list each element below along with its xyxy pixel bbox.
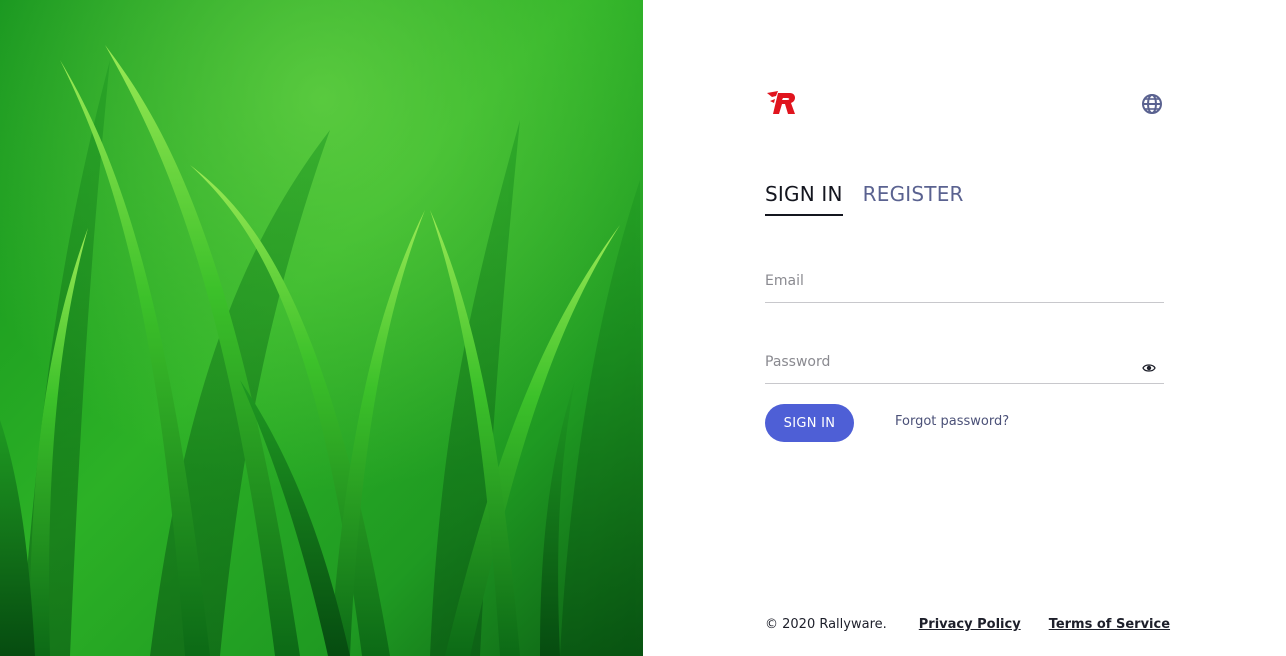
- globe-graphic: [1142, 94, 1162, 114]
- tab-register[interactable]: REGISTER: [863, 181, 964, 216]
- grass-illustration: [0, 0, 643, 656]
- login-panel: SIGN IN REGISTER SIGN IN Forgot password…: [643, 0, 1286, 656]
- email-input[interactable]: [765, 262, 1135, 300]
- privacy-policy-link[interactable]: Privacy Policy: [919, 616, 1021, 634]
- login-page: SIGN IN REGISTER SIGN IN Forgot password…: [0, 0, 1286, 656]
- password-field-container: [765, 343, 1164, 384]
- globe-icon[interactable]: [1140, 92, 1164, 116]
- eye-icon[interactable]: [1142, 359, 1156, 372]
- password-input[interactable]: [765, 343, 1135, 381]
- rallyware-r-logo[interactable]: [766, 89, 800, 119]
- hero-grass-image: [0, 0, 643, 656]
- tab-sign-in[interactable]: SIGN IN: [765, 181, 843, 216]
- terms-of-service-link[interactable]: Terms of Service: [1049, 616, 1170, 634]
- sign-in-button[interactable]: SIGN IN: [765, 404, 854, 442]
- logo-graphic: [767, 91, 796, 114]
- copyright-text: © 2020 Rallyware.: [765, 617, 887, 632]
- eye-graphic: [1142, 364, 1156, 372]
- email-field-container: [765, 262, 1164, 303]
- footer: © 2020 Rallyware. Privacy Policy Terms o…: [765, 616, 1170, 634]
- forgot-password-link[interactable]: Forgot password?: [895, 413, 1009, 431]
- auth-tabs: SIGN IN REGISTER: [765, 181, 964, 216]
